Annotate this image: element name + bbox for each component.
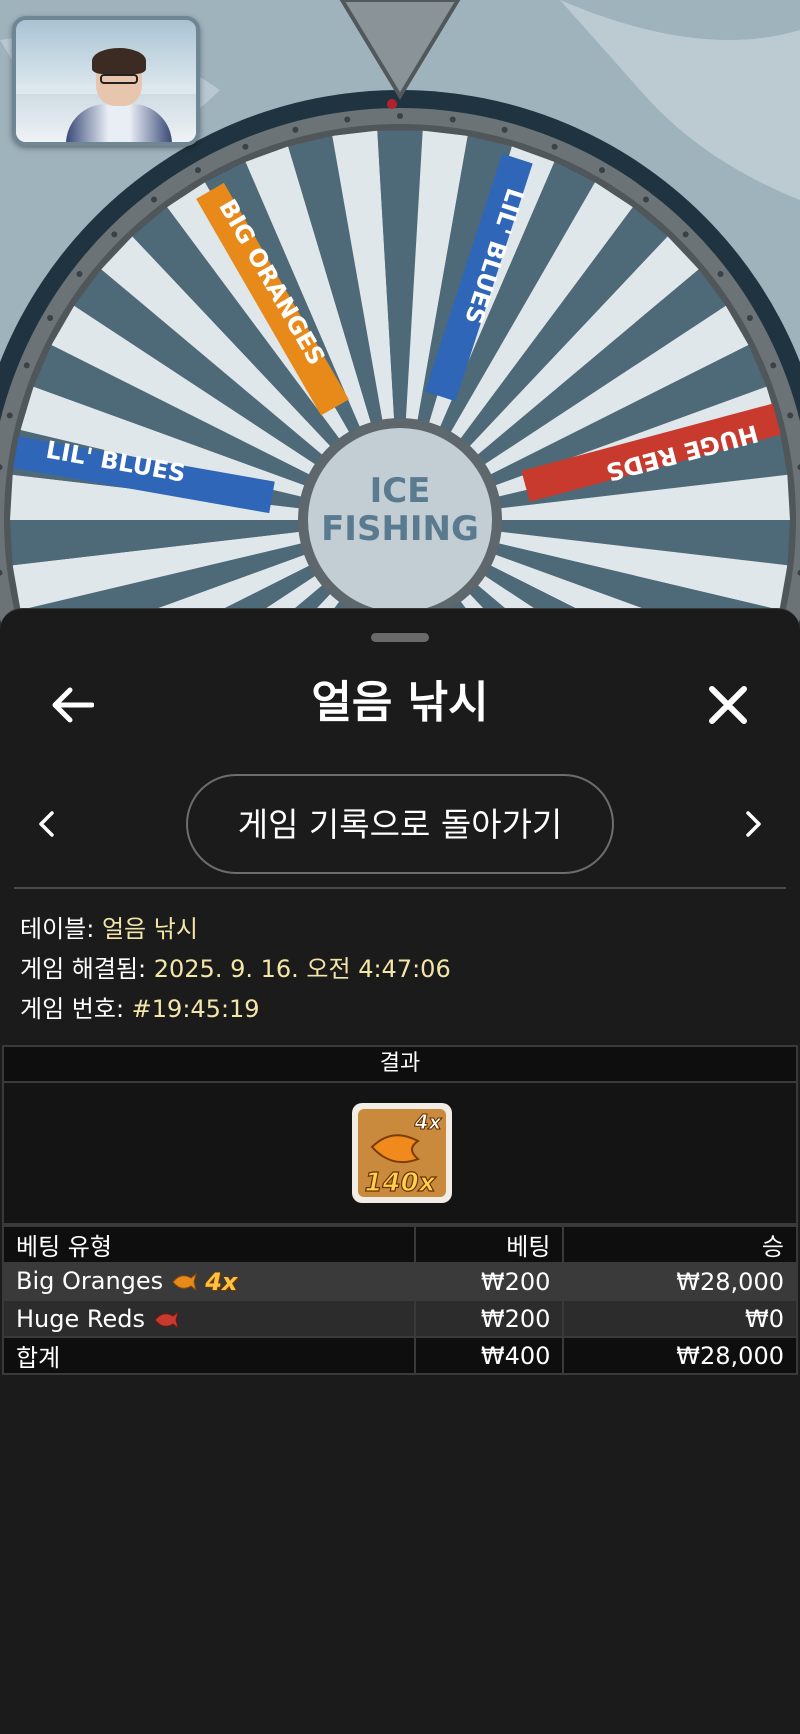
total-bet: ₩400 [413, 1336, 565, 1375]
close-icon [709, 686, 747, 724]
next-game-button[interactable] [734, 800, 774, 848]
table-row: Big Oranges 4x ₩200 ₩28,000 [2, 1262, 798, 1301]
total-label: 합계 [2, 1336, 416, 1375]
big-oranges-result-tile: 4x 140x [352, 1103, 452, 1203]
game-info: 테이블: 얼음 낚시 게임 해결됨: 2025. 9. 16. 오전 4:47:… [20, 909, 780, 1029]
wheel-center-title-1: ICE [370, 471, 431, 511]
game-scene: BIG ORANGES LIL' BLUES LIL' BLUES HUGE R… [0, 0, 800, 640]
page-title: 얼음 낚시 [311, 677, 489, 728]
history-nav: 게임 기록으로 돌아가기 [0, 774, 800, 874]
svg-text:4x: 4x [414, 1110, 443, 1134]
bets-table-header: 베팅 유형 베팅 승 [2, 1225, 798, 1264]
col-bet-type: 베팅 유형 [2, 1225, 416, 1264]
close-button[interactable] [700, 677, 756, 733]
results-header: 결과 [2, 1045, 798, 1083]
col-bet-amount: 베팅 [413, 1225, 565, 1264]
svg-text:140x: 140x [364, 1168, 436, 1198]
total-row: 합계 ₩400 ₩28,000 [2, 1336, 798, 1375]
bets-table: 베팅 유형 베팅 승 Big Oranges 4x ₩200 ₩28,000 Hu… [2, 1225, 798, 1375]
total-win: ₩28,000 [562, 1336, 798, 1375]
back-to-history-button[interactable]: 게임 기록으로 돌아가기 [186, 774, 614, 874]
bet-amount: ₩200 [413, 1299, 565, 1338]
table-row: Huge Reds ₩200 ₩0 [2, 1299, 798, 1338]
multiplier-badge: 4x [205, 1268, 238, 1296]
chevron-left-icon [39, 811, 54, 837]
sheet-drag-handle[interactable] [371, 633, 429, 642]
win-amount: ₩28,000 [562, 1262, 798, 1301]
result-cell: 4x 140x [2, 1083, 798, 1225]
info-resolved: 게임 해결됨: 2025. 9. 16. 오전 4:47:06 [20, 955, 451, 983]
wheel-center-title-2: FISHING [321, 509, 479, 549]
previous-game-button[interactable] [26, 800, 66, 848]
info-table: 테이블: 얼음 낚시 [20, 915, 198, 943]
win-amount: ₩0 [562, 1299, 798, 1338]
dealer-video[interactable] [12, 16, 200, 146]
col-win-amount: 승 [562, 1225, 798, 1264]
red-fish-icon [154, 1310, 179, 1329]
orange-fish-icon [172, 1272, 198, 1292]
sheet-header: 얼음 낚시 [0, 659, 800, 749]
divider [14, 887, 786, 889]
bet-amount: ₩200 [413, 1262, 565, 1301]
bet-type-label: Huge Reds [16, 1304, 145, 1333]
bet-type-label: Big Oranges [16, 1267, 164, 1295]
game-detail-sheet: 얼음 낚시 게임 기록으로 돌아가기 테이블: 얼음 낚시 게임 해결됨: 20… [0, 608, 800, 1734]
info-game-number: 게임 번호: #19:45:19 [20, 995, 260, 1023]
chevron-right-icon [746, 811, 761, 837]
